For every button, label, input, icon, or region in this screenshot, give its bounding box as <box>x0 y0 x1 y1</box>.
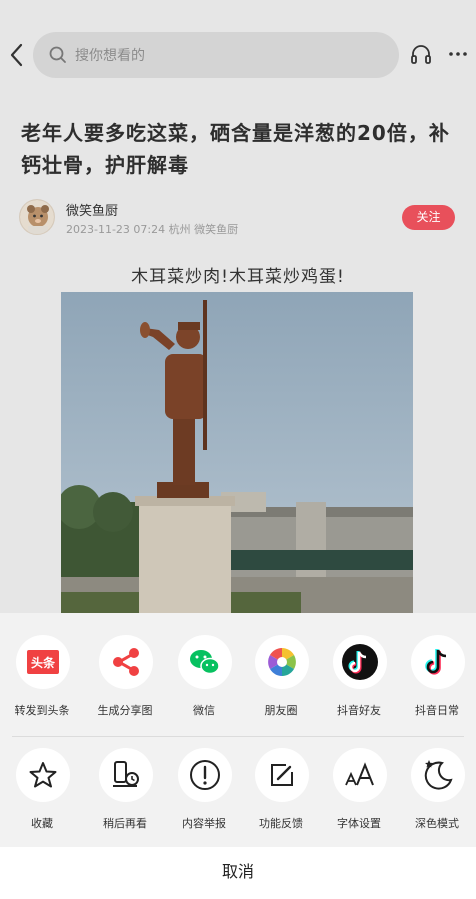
action-item-feedback[interactable]: 功能反馈 <box>241 748 321 848</box>
share-sheet: 头条 转发到头条 生成分享图 微信 朋友圈 抖音好友 抖音日常 收藏 稍后再看 … <box>0 613 476 899</box>
share-item-label: 抖音日常 <box>415 704 459 717</box>
share-item-moments[interactable]: 朋友圈 <box>241 635 321 735</box>
share-icon <box>99 635 153 689</box>
dark-mode-icon <box>411 748 465 802</box>
douyin-friend-icon <box>333 635 387 689</box>
sheet-divider <box>12 736 464 737</box>
share-item-image[interactable]: 生成分享图 <box>85 635 165 735</box>
article-title: 老年人要多吃这菜，硒含量是洋葱的20倍，补钙壮骨，护肝解毒 <box>21 121 450 177</box>
article-meta: 2023-11-23 07:24 杭州 微笑鱼厨 <box>66 223 239 236</box>
search-placeholder: 搜你想看的 <box>75 48 145 64</box>
moments-icon <box>255 635 309 689</box>
toutiao-icon: 头条 <box>16 635 70 689</box>
douyin-daily-icon <box>411 635 465 689</box>
star-icon <box>16 748 70 802</box>
article-subtitle: 木耳菜炒肉!木耳菜炒鸡蛋! <box>131 267 345 287</box>
action-item-dark-mode[interactable]: 深色模式 <box>397 748 476 848</box>
headphone-icon[interactable] <box>409 42 433 66</box>
top-bar: 搜你想看的 <box>0 0 476 108</box>
share-item-toutiao[interactable]: 头条 转发到头条 <box>2 635 82 735</box>
cancel-button[interactable]: 取消 <box>0 847 476 899</box>
author-name[interactable]: 微笑鱼厨 <box>66 200 118 219</box>
font-size-icon <box>333 748 387 802</box>
feedback-icon <box>255 748 309 802</box>
share-row: 头条 转发到头条 生成分享图 微信 朋友圈 抖音好友 抖音日常 <box>0 635 476 735</box>
article-photo <box>61 292 413 613</box>
action-item-label: 深色模式 <box>415 817 459 830</box>
action-item-favorite[interactable]: 收藏 <box>2 748 82 848</box>
share-item-douyin-friend[interactable]: 抖音好友 <box>319 635 399 735</box>
share-item-douyin-daily[interactable]: 抖音日常 <box>397 635 476 735</box>
search-bar[interactable]: 搜你想看的 <box>33 32 399 78</box>
search-icon <box>49 46 66 63</box>
action-row: 收藏 稍后再看 内容举报 功能反馈 字体设置 深色模式 <box>0 748 476 848</box>
follow-button[interactable]: 关注 <box>402 205 455 230</box>
action-item-font-size[interactable]: 字体设置 <box>319 748 399 848</box>
watch-later-icon <box>99 748 153 802</box>
report-icon <box>178 748 232 802</box>
author-avatar[interactable] <box>19 199 55 235</box>
wechat-icon <box>178 635 232 689</box>
more-icon[interactable] <box>446 42 470 66</box>
toutiao-badge-text: 头条 <box>31 655 56 670</box>
action-item-report[interactable]: 内容举报 <box>164 748 244 848</box>
back-arrow-icon[interactable] <box>6 40 28 70</box>
share-item-wechat[interactable]: 微信 <box>164 635 244 735</box>
action-item-watch-later[interactable]: 稍后再看 <box>85 748 165 848</box>
